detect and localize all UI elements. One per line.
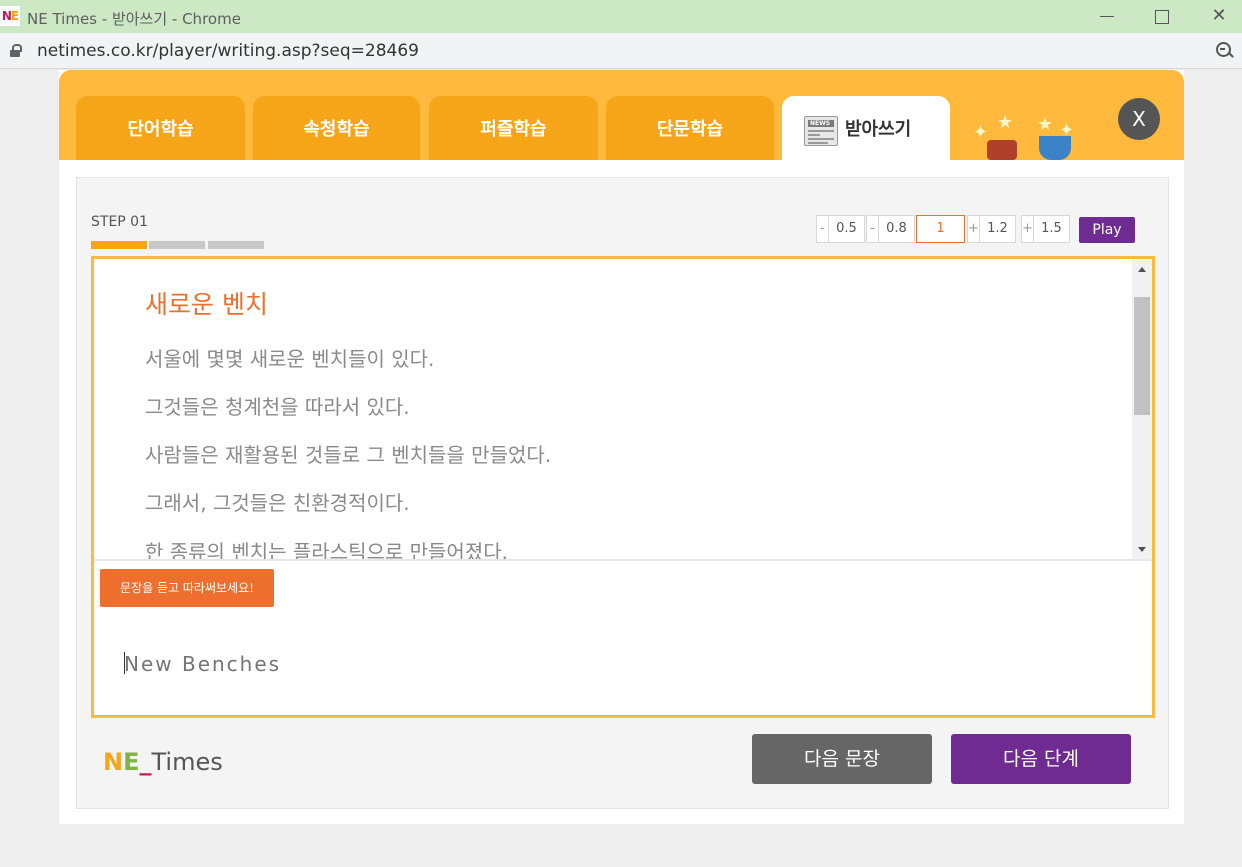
speed-option-1-2[interactable]: 1.2 <box>979 215 1016 243</box>
tab-sentence-study[interactable]: 단문학습 <box>606 96 774 160</box>
celebration-decoration: ✦ ★ ★ ✦ <box>967 110 1097 160</box>
speed-option-0-5[interactable]: 0.5 <box>828 215 865 243</box>
play-button[interactable]: Play <box>1079 217 1135 243</box>
tab-word-study[interactable]: 단어학습 <box>76 96 245 160</box>
tab-puzzle-study[interactable]: 퍼즐학습 <box>429 96 598 160</box>
window-title: NE Times - 받아쓰기 - Chrome <box>27 10 241 28</box>
tab-dictation[interactable]: NEWS 받아쓰기 <box>782 96 950 160</box>
zoom-out-icon[interactable] <box>1216 42 1234 60</box>
progress-segment <box>208 241 264 249</box>
maximize-button[interactable] <box>1148 4 1174 30</box>
progress-segment <box>91 241 147 249</box>
minimize-button[interactable] <box>1094 4 1120 30</box>
scrollbar-thumb[interactable] <box>1134 297 1150 415</box>
browser-titlebar: NE NE Times - 받아쓰기 - Chrome ✕ <box>0 0 1242 33</box>
progress-segment <box>149 241 205 249</box>
close-window-button[interactable]: ✕ <box>1206 4 1232 30</box>
tab-speed-listening[interactable]: 속청학습 <box>253 96 420 160</box>
scroll-down-arrow-icon[interactable] <box>1138 547 1146 552</box>
next-sentence-button[interactable]: 다음 문장 <box>752 734 932 784</box>
lock-icon[interactable] <box>10 44 22 57</box>
close-player-button[interactable]: X <box>1118 98 1160 140</box>
ne-times-logo: NE_Times <box>103 748 223 776</box>
url-text[interactable]: netimes.co.kr/player/writing.asp?seq=284… <box>37 41 419 61</box>
tab-dictation-label: 받아쓰기 <box>845 119 912 140</box>
scroll-up-arrow-icon[interactable] <box>1138 267 1146 272</box>
passage-title: 새로운 벤치 <box>145 290 268 319</box>
ne-times-favicon: NE <box>0 6 20 26</box>
reading-passage[interactable]: 새로운 벤치 서울에 몇몇 새로운 벤치들이 있다. 그것들은 청계천을 따라서… <box>94 259 1152 561</box>
newspaper-icon: NEWS <box>804 116 838 146</box>
dictation-panel: STEP 01 - 0.5 - 0.8 1 + 1.2 + 1.5 Play 새… <box>76 177 1169 809</box>
passage-line: 서울에 몇몇 새로운 벤치들이 있다. <box>145 347 435 371</box>
passage-line: 사람들은 재활용된 것들로 그 벤치들을 만들었다. <box>145 443 552 467</box>
passage-scrollbar[interactable] <box>1132 259 1152 559</box>
writing-player: 단어학습 속청학습 퍼즐학습 단문학습 NEWS 받아쓰기 ✦ ★ ★ ✦ X … <box>59 70 1184 824</box>
speed-option-1-5[interactable]: 1.5 <box>1033 215 1070 243</box>
next-step-button[interactable]: 다음 단계 <box>951 734 1131 784</box>
player-header: 단어학습 속청학습 퍼즐학습 단문학습 NEWS 받아쓰기 ✦ ★ ★ ✦ X <box>59 70 1184 160</box>
listen-and-write-hint: 문장을 듣고 따라써보세요! <box>100 569 274 607</box>
passage-line: 한 종류의 벤치는 플라스틱으로 만들어졌다. <box>145 540 508 561</box>
speed-option-1[interactable]: 1 <box>916 215 965 243</box>
passage-line: 그래서, 그것들은 친환경적이다. <box>145 491 410 515</box>
address-bar: netimes.co.kr/player/writing.asp?seq=284… <box>0 33 1242 69</box>
dictation-box: 새로운 벤치 서울에 몇몇 새로운 벤치들이 있다. 그것들은 청계천을 따라서… <box>91 256 1155 718</box>
speed-option-0-8[interactable]: 0.8 <box>878 215 915 243</box>
passage-line: 그것들은 청계천을 따라서 있다. <box>145 395 410 419</box>
dictation-answer-input[interactable] <box>124 649 1104 679</box>
step-label: STEP 01 <box>91 214 148 230</box>
